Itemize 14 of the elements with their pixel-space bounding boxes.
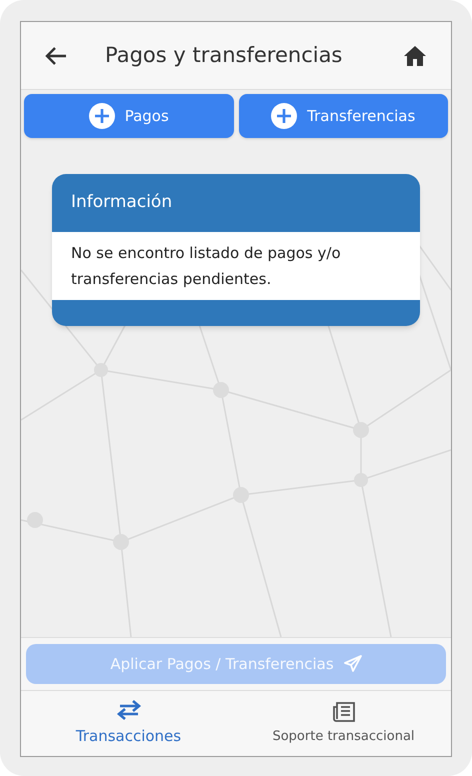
home-icon[interactable] xyxy=(403,44,427,66)
plus-circle-icon xyxy=(88,103,115,129)
nav-tab[interactable]: Soporte transaccional xyxy=(236,691,451,756)
add-button[interactable]: Pagos xyxy=(24,94,234,138)
plus-circle-icon xyxy=(271,103,298,129)
back-arrow-icon[interactable] xyxy=(45,46,67,66)
exchange-arrows-icon xyxy=(116,699,142,722)
add-button[interactable]: Transferencias xyxy=(238,94,448,138)
nav-tab[interactable]: Transacciones xyxy=(21,691,236,756)
send-icon xyxy=(344,655,362,673)
card-message: No se encontro listado de pagos y/o transferencias pendientes. xyxy=(52,232,420,300)
newspaper-icon xyxy=(332,700,356,723)
page-title: Pagos y transferencias xyxy=(105,42,342,69)
card-title: Información xyxy=(70,191,174,214)
